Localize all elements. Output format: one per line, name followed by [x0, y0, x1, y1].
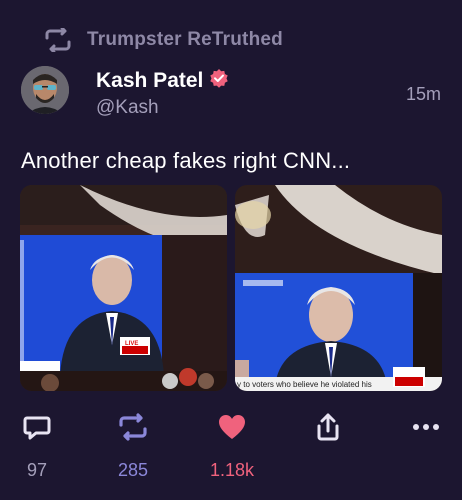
like-button[interactable]: 1.18k — [206, 412, 258, 481]
retruth-header: Trumpster ReTruthed — [43, 28, 283, 52]
retruth-count: 285 — [117, 460, 149, 480]
share-icon[interactable] — [314, 412, 342, 442]
heart-icon[interactable] — [217, 412, 247, 442]
share-button[interactable] — [312, 412, 344, 442]
like-count: 1.18k — [209, 460, 255, 480]
author-handle[interactable]: @Kash — [96, 97, 229, 119]
post-timestamp: 15m — [405, 84, 441, 104]
more-icon[interactable] — [412, 412, 440, 442]
author-block[interactable]: Kash Patel @Kash — [96, 68, 229, 119]
retruth-label: Trumpster ReTruthed — [87, 29, 283, 50]
avatar[interactable] — [21, 66, 69, 114]
more-button[interactable] — [412, 412, 440, 442]
media-image-right[interactable]: y to voters who believe he violated his — [235, 185, 442, 391]
author-name[interactable]: Kash Patel — [96, 69, 203, 93]
retruth-button[interactable]: 285 — [113, 412, 153, 481]
retruth-icon — [43, 28, 73, 52]
post-text: Another cheap fakes right CNN... — [21, 148, 351, 173]
comment-icon[interactable] — [22, 412, 52, 442]
chyron-text-right: y to voters who believe he violated his — [237, 380, 372, 389]
reply-count: 97 — [26, 460, 48, 480]
verified-badge-icon — [209, 68, 229, 93]
retruth-icon[interactable] — [117, 412, 149, 442]
reply-button[interactable]: 97 — [20, 412, 54, 481]
media-image-left[interactable]: LIVE — [20, 185, 227, 391]
action-bar: 97 285 1.18k — [0, 412, 462, 492]
